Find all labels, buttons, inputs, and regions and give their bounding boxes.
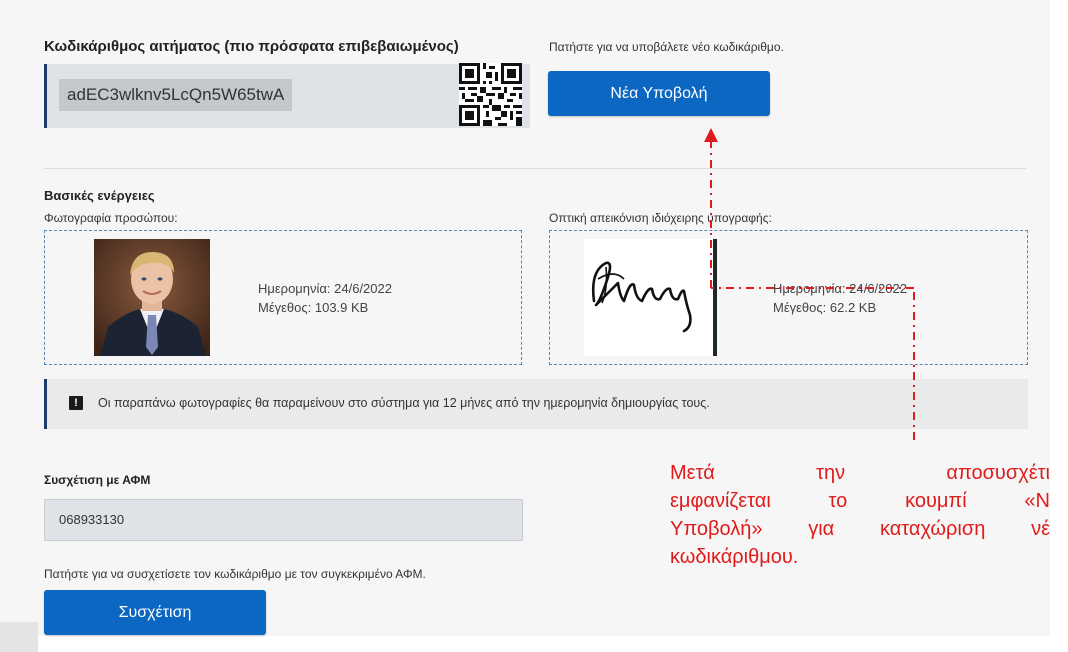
annotation-word: την xyxy=(816,462,846,484)
annotation-word: Μετά xyxy=(670,462,715,484)
face-photo-label: Φωτογραφία προσώπου: xyxy=(44,211,178,225)
annotation-word: το xyxy=(828,490,848,512)
signature-date: Ημερομηνία: 24/6/2022 xyxy=(773,281,907,296)
annotation-word: αποσυσχέτι xyxy=(946,462,1050,484)
annotation-word: καταχώριση xyxy=(879,518,986,540)
annotation-line-1: Μετά την αποσυσχέτι xyxy=(670,459,1050,487)
annotation-word: νέ xyxy=(1031,518,1050,540)
annotation-word: κουμπί xyxy=(905,490,967,512)
signature-label: Οπτική απεικόνιση ιδιόχειρης υπογραφής: xyxy=(549,211,772,225)
afm-hint: Πατήστε για να συσχετίσετε τον κωδικάριθ… xyxy=(44,567,426,581)
request-code-value[interactable]: adEC3wlknv5LcQn5W65twA xyxy=(59,79,293,111)
associate-button[interactable]: Συσχέτιση xyxy=(44,590,266,635)
new-submission-hint: Πατήστε για να υποβάλετε νέο κωδικάριθμο… xyxy=(549,40,784,54)
exclamation-icon: ! xyxy=(69,396,83,410)
annotation-word: Υποβολή» xyxy=(670,518,763,540)
new-submission-button[interactable]: Νέα Υποβολή xyxy=(548,71,770,116)
section-divider xyxy=(44,168,1026,169)
right-margin xyxy=(1050,0,1068,652)
signature-meta: Ημερομηνία: 24/6/2022 Μέγεθος: 62.2 KB xyxy=(773,279,907,317)
bottom-margin xyxy=(0,636,1068,652)
annotation-word: εμφανίζεται xyxy=(670,490,771,512)
request-code-label: Κωδικάριθμος αιτήματος (πιο πρόσφατα επι… xyxy=(44,38,459,55)
annotation-text: Μετά την αποσυσχέτι εμφανίζεται το κουμπ… xyxy=(670,459,1050,571)
qr-code-icon xyxy=(459,63,522,126)
face-photo-image xyxy=(94,239,210,356)
annotation-line-3: Υποβολή» για καταχώριση νέ xyxy=(670,515,1050,543)
face-photo-date: Ημερομηνία: 24/6/2022 xyxy=(258,281,392,296)
annotation-line-4: κωδικάριθμου. xyxy=(670,546,799,568)
face-photo-size: Μέγεθος: 103.9 KB xyxy=(258,300,369,315)
retention-notice-text: Οι παραπάνω φωτογραφίες θα παραμείνουν σ… xyxy=(98,396,710,410)
face-photo-meta: Ημερομηνία: 24/6/2022 Μέγεθος: 103.9 KB xyxy=(258,279,392,317)
signature-image xyxy=(584,239,717,356)
annotation-line-2: εμφανίζεται το κουμπί «Ν xyxy=(670,487,1050,515)
retention-notice: ! Οι παραπάνω φωτογραφίες θα παραμείνουν… xyxy=(44,379,1028,429)
afm-field[interactable]: 068933130 xyxy=(44,499,523,541)
afm-label: Συσχέτιση με ΑΦΜ xyxy=(44,473,151,487)
basic-actions-title: Βασικές ενέργειες xyxy=(44,188,155,203)
annotation-word: «Ν xyxy=(1024,490,1050,512)
request-code-box: adEC3wlknv5LcQn5W65twA xyxy=(44,64,530,128)
annotation-word: για xyxy=(808,518,835,540)
signature-size: Μέγεθος: 62.2 KB xyxy=(773,300,877,315)
page-corner xyxy=(0,622,38,652)
